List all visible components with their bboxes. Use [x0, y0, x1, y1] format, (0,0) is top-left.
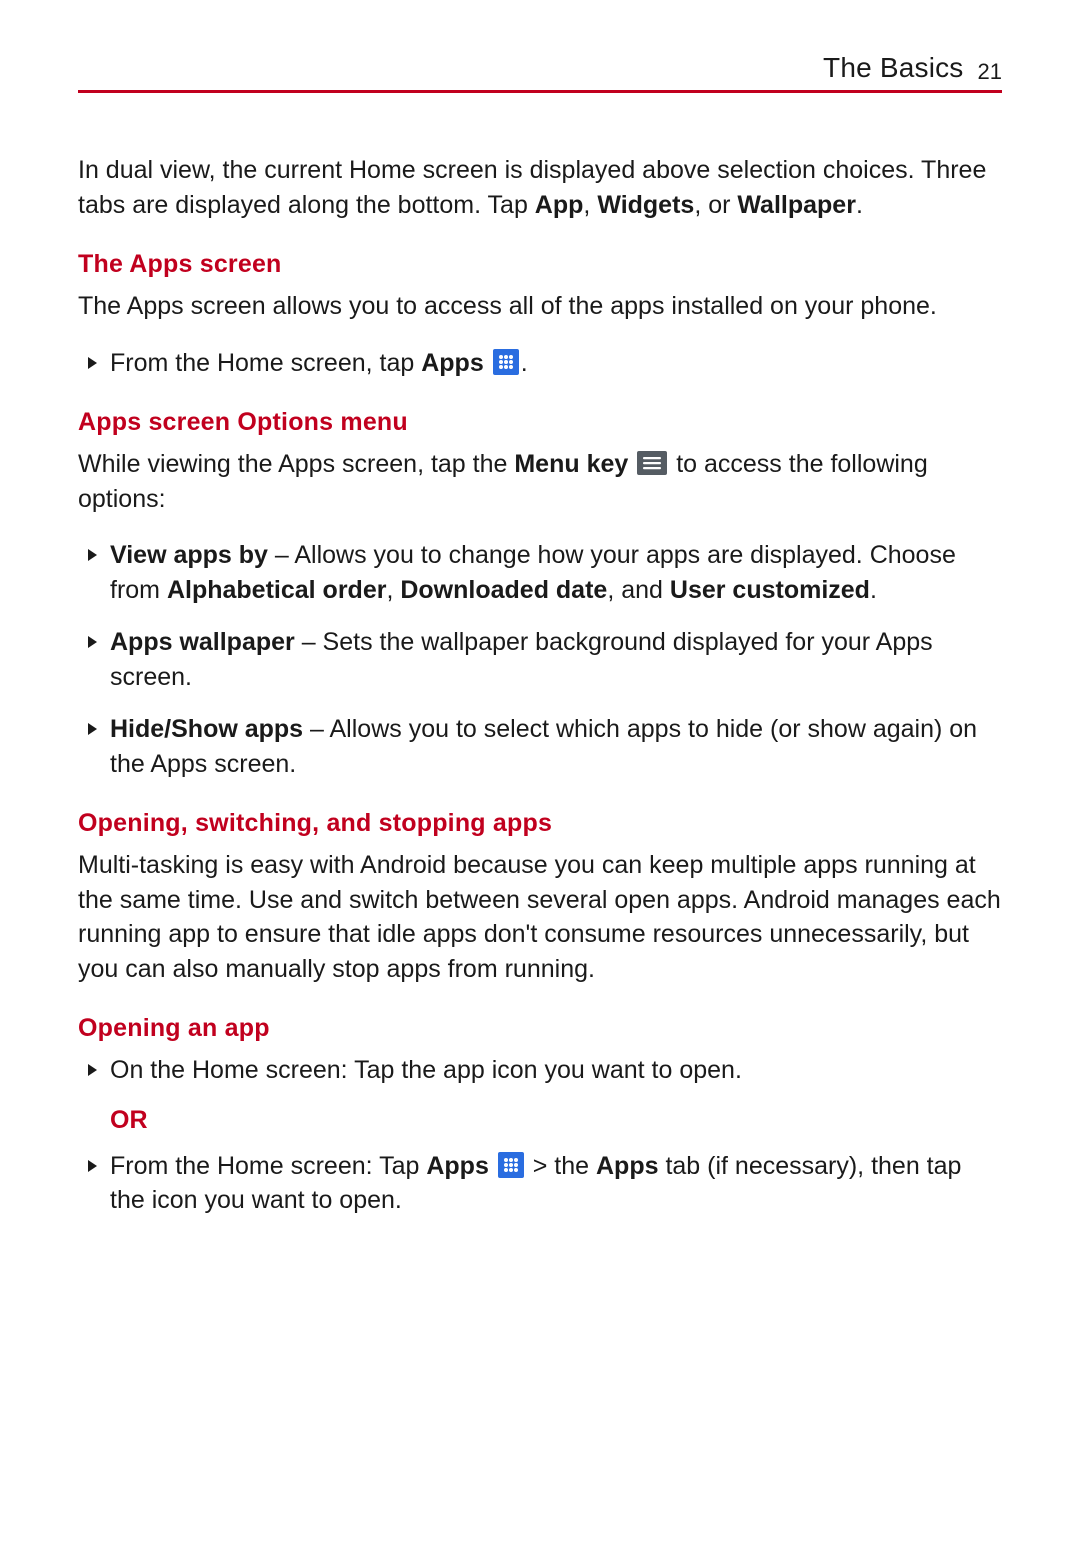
multitask-paragraph: Multi-tasking is easy with Android becau…: [78, 848, 1002, 986]
text: On the Home screen: Tap the app icon you…: [110, 1056, 742, 1084]
bullet-list: View apps by – Allows you to change how …: [78, 538, 1002, 781]
option-apps-wallpaper: Apps wallpaper: [110, 628, 295, 656]
option-hide-show-apps: Hide/Show apps: [110, 715, 303, 743]
bullet-icon: [88, 549, 97, 561]
bullet-icon: [88, 636, 97, 648]
option-view-apps-by: View apps by: [110, 541, 268, 569]
list-item: From the Home screen, tap Apps .: [88, 346, 1002, 381]
text: , or: [694, 191, 737, 219]
list-item: Apps wallpaper – Sets the wallpaper back…: [88, 625, 1002, 694]
apps-screen-paragraph: The Apps screen allows you to access all…: [78, 289, 1002, 324]
text: While viewing the Apps screen, tap the: [78, 450, 514, 478]
heading-apps-screen: The Apps screen: [78, 250, 1002, 279]
bullet-list: From the Home screen: Tap Apps > the App…: [78, 1149, 1002, 1218]
or-separator: OR: [110, 1106, 1002, 1135]
options-menu-paragraph: While viewing the Apps screen, tap the M…: [78, 447, 1002, 516]
text: .: [856, 191, 863, 219]
section-title: The Basics: [823, 52, 964, 84]
text: ,: [583, 191, 597, 219]
bullet-icon: [88, 1160, 97, 1172]
text: From the Home screen, tap: [110, 349, 421, 377]
bold-widgets: Widgets: [597, 191, 694, 219]
apps-icon: [493, 349, 519, 375]
text: ,: [386, 576, 400, 604]
bold-menu-key: Menu key: [514, 450, 628, 478]
bold-alphabetical: Alphabetical order: [167, 576, 387, 604]
bold-apps: Apps: [426, 1152, 489, 1180]
bold-wallpaper: Wallpaper: [737, 191, 856, 219]
bullet-icon: [88, 1064, 97, 1076]
bold-user-customized: User customized: [670, 576, 870, 604]
text: , and: [607, 576, 670, 604]
bullet-icon: [88, 357, 97, 369]
text: From the Home screen: Tap: [110, 1152, 426, 1180]
running-head: The Basics 21: [78, 52, 1002, 93]
heading-opening-switching: Opening, switching, and stopping apps: [78, 809, 1002, 838]
bold-app: App: [535, 191, 584, 219]
bold-apps-tab: Apps: [596, 1152, 659, 1180]
page: The Basics 21 In dual view, the current …: [0, 0, 1080, 1552]
apps-icon: [498, 1152, 524, 1178]
list-item: On the Home screen: Tap the app icon you…: [88, 1053, 1002, 1088]
bold-apps: Apps: [421, 349, 484, 377]
text: .: [521, 349, 528, 377]
bold-downloaded-date: Downloaded date: [400, 576, 607, 604]
heading-options-menu: Apps screen Options menu: [78, 408, 1002, 437]
intro-paragraph: In dual view, the current Home screen is…: [78, 153, 1002, 222]
list-item: From the Home screen: Tap Apps > the App…: [88, 1149, 1002, 1218]
menu-icon: [637, 451, 667, 475]
list-item: View apps by – Allows you to change how …: [88, 538, 1002, 607]
heading-opening-app: Opening an app: [78, 1014, 1002, 1043]
text: > the: [533, 1152, 596, 1180]
list-item: Hide/Show apps – Allows you to select wh…: [88, 712, 1002, 781]
bullet-icon: [88, 723, 97, 735]
text: .: [870, 576, 877, 604]
bullet-list: On the Home screen: Tap the app icon you…: [78, 1053, 1002, 1088]
bullet-list: From the Home screen, tap Apps .: [78, 346, 1002, 381]
page-number: 21: [978, 59, 1002, 85]
